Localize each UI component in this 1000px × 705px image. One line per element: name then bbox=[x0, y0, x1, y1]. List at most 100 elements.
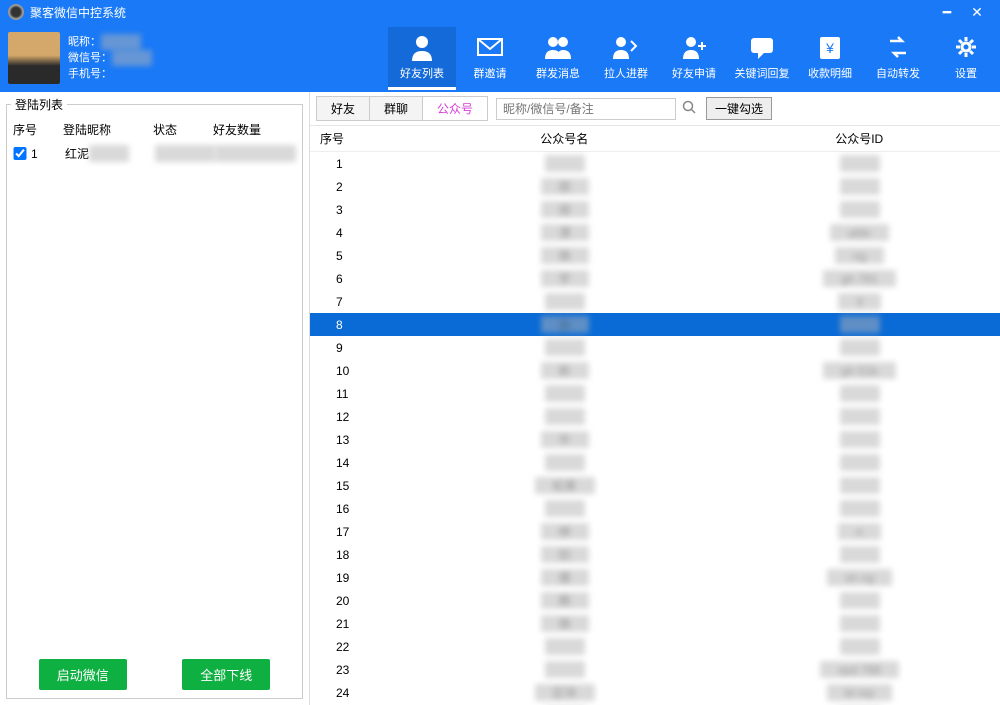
select-all-button[interactable]: 一键勾选 bbox=[706, 97, 772, 120]
cell-seq: 20 bbox=[310, 594, 410, 608]
main-content: 好友 群聊 公众号 一键勾选 序号 公众号名 公众号ID 1 2朋 3骑 4漂 … bbox=[310, 92, 1000, 705]
cell-seq: 5 bbox=[310, 249, 410, 263]
cell-name: 自 bbox=[410, 316, 719, 333]
table-row[interactable]: 10新 gh 51b bbox=[310, 359, 1000, 382]
table-row[interactable]: 20腾 bbox=[310, 589, 1000, 612]
table-header: 序号 公众号名 公众号ID bbox=[310, 126, 1000, 152]
cell-id: gh 51b bbox=[719, 362, 1000, 379]
cell-seq: 18 bbox=[310, 548, 410, 562]
table-row[interactable]: 2朋 bbox=[310, 175, 1000, 198]
cell-name: 骑 bbox=[410, 201, 719, 218]
cell-seq: 14 bbox=[310, 456, 410, 470]
cell-name: 别 bbox=[410, 546, 719, 563]
search-input[interactable] bbox=[496, 98, 676, 120]
navbar: 好友列表 群邀请 群发消息 拉人进群 好友申请 关键词回复 ¥ 收款明细 自动转 bbox=[388, 27, 1000, 90]
nav-auto-forward[interactable]: 自动转发 bbox=[864, 27, 932, 90]
cell-id: sh ng bbox=[719, 569, 1000, 586]
table-row[interactable]: 13中 bbox=[310, 428, 1000, 451]
envelope-icon bbox=[474, 33, 506, 61]
cell-name bbox=[410, 661, 719, 678]
table-row[interactable]: 7 3 bbox=[310, 290, 1000, 313]
cell-name: 学 bbox=[410, 270, 719, 287]
tab-group[interactable]: 群聊 bbox=[369, 96, 422, 121]
cell-seq: 15 bbox=[310, 479, 410, 493]
all-offline-button[interactable]: 全部下线 bbox=[182, 659, 270, 690]
login-row[interactable]: 1 红泥 bbox=[11, 142, 298, 165]
cell-seq: 3 bbox=[310, 203, 410, 217]
th-id: 公众号ID bbox=[718, 126, 1000, 151]
cell-name: 微 bbox=[410, 247, 719, 264]
table-row[interactable]: 22 bbox=[310, 635, 1000, 658]
minimize-button[interactable]: ━ bbox=[932, 4, 962, 21]
table-row[interactable]: 19爆 sh ng bbox=[310, 566, 1000, 589]
nav-payment-detail[interactable]: ¥ 收款明细 bbox=[796, 27, 864, 90]
table-row[interactable]: 15松果 bbox=[310, 474, 1000, 497]
friend-request-icon bbox=[678, 33, 710, 61]
table-row[interactable]: 1 bbox=[310, 152, 1000, 175]
login-seq: 1 bbox=[31, 147, 65, 161]
cell-id bbox=[719, 477, 1000, 494]
table-row[interactable]: 24区块 bl mp bbox=[310, 681, 1000, 704]
table-row[interactable]: 12 bbox=[310, 405, 1000, 428]
cell-id bbox=[719, 385, 1000, 402]
cell-name bbox=[410, 293, 719, 310]
table-row[interactable]: 18别 bbox=[310, 543, 1000, 566]
cell-id bbox=[719, 155, 1000, 172]
table-row[interactable]: 9 bbox=[310, 336, 1000, 359]
table-row[interactable]: 3骑 bbox=[310, 198, 1000, 221]
nav-group-message[interactable]: 群发消息 bbox=[524, 27, 592, 90]
cell-seq: 8 bbox=[310, 318, 410, 332]
cell-id: attle bbox=[719, 224, 1000, 241]
table-row[interactable]: 8自 bbox=[310, 313, 1000, 336]
cell-seq: 19 bbox=[310, 571, 410, 585]
search-icon[interactable] bbox=[682, 100, 696, 117]
login-status bbox=[155, 145, 215, 162]
table-row[interactable]: 14 bbox=[310, 451, 1000, 474]
cell-id bbox=[719, 638, 1000, 655]
table-row[interactable]: 16 bbox=[310, 497, 1000, 520]
login-row-checkbox[interactable] bbox=[13, 147, 27, 160]
table-row[interactable]: 23 spd 788 bbox=[310, 658, 1000, 681]
table-row[interactable]: 11 bbox=[310, 382, 1000, 405]
nav-group-invite[interactable]: 群邀请 bbox=[456, 27, 524, 90]
table-row[interactable]: 5微 ng bbox=[310, 244, 1000, 267]
nav-keyword-reply[interactable]: 关键词回复 bbox=[728, 27, 796, 90]
cell-name: 爆 bbox=[410, 569, 719, 586]
pull-group-icon bbox=[610, 33, 642, 61]
titlebar: 聚客微信中控系统 ━ ✕ bbox=[0, 0, 1000, 24]
tab-friends[interactable]: 好友 bbox=[316, 96, 369, 121]
cell-name bbox=[410, 500, 719, 517]
cell-seq: 9 bbox=[310, 341, 410, 355]
cell-seq: 4 bbox=[310, 226, 410, 240]
nav-friends-list[interactable]: 好友列表 bbox=[388, 27, 456, 90]
table-row[interactable]: 4漂 attle bbox=[310, 221, 1000, 244]
cell-name: 腾 bbox=[410, 592, 719, 609]
cell-name: 朋 bbox=[410, 178, 719, 195]
cell-id bbox=[719, 408, 1000, 425]
nickname-label: 昵称： bbox=[68, 34, 101, 50]
nav-friend-request[interactable]: 好友申请 bbox=[660, 27, 728, 90]
cell-id: n bbox=[719, 523, 1000, 540]
cell-seq: 21 bbox=[310, 617, 410, 631]
th-name: 公众号名 bbox=[410, 126, 718, 151]
start-wechat-button[interactable]: 启动微信 bbox=[39, 659, 127, 690]
cell-name bbox=[410, 385, 719, 402]
cell-seq: 12 bbox=[310, 410, 410, 424]
tab-public[interactable]: 公众号 bbox=[422, 96, 488, 121]
cell-seq: 23 bbox=[310, 663, 410, 677]
nav-pull-group[interactable]: 拉人进群 bbox=[592, 27, 660, 90]
app-icon bbox=[8, 4, 24, 20]
login-friends bbox=[215, 145, 296, 162]
table-row[interactable]: 21微 bbox=[310, 612, 1000, 635]
cell-id: spd 788 bbox=[719, 661, 1000, 678]
nav-settings[interactable]: 设置 bbox=[932, 27, 1000, 90]
close-button[interactable]: ✕ bbox=[962, 4, 992, 21]
group-message-icon bbox=[542, 33, 574, 61]
cell-id bbox=[719, 201, 1000, 218]
table-row[interactable]: 6学 gh 781 bbox=[310, 267, 1000, 290]
cell-id bbox=[719, 592, 1000, 609]
cell-id bbox=[719, 431, 1000, 448]
table-row[interactable]: 17绅 n bbox=[310, 520, 1000, 543]
cell-name bbox=[410, 454, 719, 471]
th-seq: 序号 bbox=[310, 126, 410, 151]
